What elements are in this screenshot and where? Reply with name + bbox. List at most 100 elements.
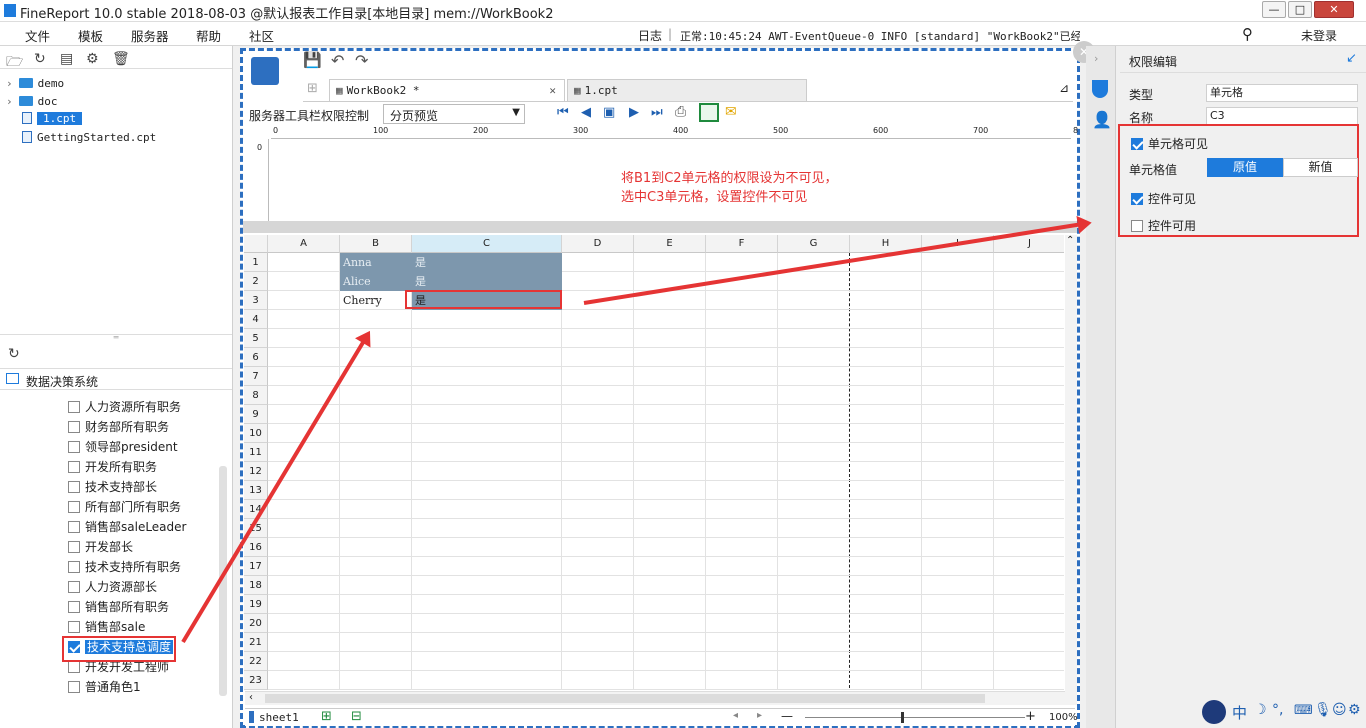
role-item[interactable]: 销售部所有职务 (68, 598, 169, 616)
menu-community[interactable]: 社区 (249, 26, 274, 45)
checkbox-icon[interactable] (68, 561, 80, 573)
column-header[interactable]: A (268, 235, 340, 253)
row-header[interactable]: 4 (244, 310, 268, 329)
page-icon[interactable]: ▣ (603, 105, 615, 120)
redo-icon[interactable]: ↷ (355, 51, 368, 70)
row-header[interactable]: 18 (244, 576, 268, 595)
checkbox-icon[interactable] (68, 401, 80, 413)
row-header[interactable]: 16 (244, 538, 268, 557)
row-header[interactable]: 3 (244, 291, 268, 310)
shield-icon[interactable] (1092, 80, 1108, 98)
ime-language[interactable]: 中 (1232, 702, 1247, 723)
row-header[interactable]: 11 (244, 443, 268, 462)
vertical-scrollbar[interactable]: ⌃ (1065, 235, 1077, 705)
checkbox-icon[interactable] (68, 521, 80, 533)
role-item[interactable]: 技术支持部长 (68, 478, 157, 496)
chevron-left-icon[interactable]: ◂ (733, 710, 738, 721)
menu-file[interactable]: 文件 (25, 26, 50, 45)
checkbox-icon[interactable] (68, 481, 80, 493)
splitter-handle[interactable]: ═ (0, 334, 232, 342)
row-header[interactable]: 12 (244, 462, 268, 481)
export-icon[interactable] (699, 103, 719, 122)
checkbox-icon[interactable] (68, 541, 80, 553)
checkbox-icon[interactable] (68, 601, 80, 613)
checkbox-icon[interactable] (68, 621, 80, 633)
close-button[interactable]: ✕ (1314, 1, 1354, 18)
refresh-icon[interactable]: ↻ (34, 51, 46, 67)
menu-template[interactable]: 模板 (78, 26, 103, 45)
role-item[interactable]: 开发部长 (68, 538, 133, 556)
scrollbar-thumb[interactable] (265, 694, 985, 703)
role-item[interactable]: 销售部saleLeader (68, 518, 186, 536)
add-sheet-icon[interactable]: ⊞ (321, 709, 332, 724)
row-header[interactable]: 22 (244, 652, 268, 671)
print-icon[interactable]: ⎙ (675, 104, 686, 120)
horizontal-scrollbar[interactable]: ‹ (245, 691, 1065, 705)
file-info-icon[interactable]: ▤ (60, 51, 73, 67)
column-header[interactable]: B (340, 235, 412, 253)
checkbox-icon[interactable] (68, 661, 80, 673)
column-header[interactable]: C (412, 235, 562, 253)
row-header[interactable]: 6 (244, 348, 268, 367)
checkbox-icon[interactable] (68, 421, 80, 433)
row-header[interactable]: 23 (244, 671, 268, 690)
close-tab-icon[interactable]: ✕ (549, 80, 556, 102)
save-icon[interactable]: 💾 (303, 51, 322, 69)
preview-mode-select[interactable]: 分页预览 ▼ (383, 104, 525, 124)
column-header[interactable]: D (562, 235, 634, 253)
log-label[interactable]: 日志 (638, 27, 662, 44)
widget-visible-checkbox[interactable]: 控件可见 (1131, 190, 1196, 207)
punctuation-icon[interactable]: °, (1272, 702, 1283, 718)
column-header[interactable]: F (706, 235, 778, 253)
new-value-button[interactable]: 新值 (1283, 158, 1358, 177)
zoom-slider[interactable] (805, 717, 1025, 718)
splitter-bar[interactable] (243, 221, 1077, 233)
moon-icon[interactable]: ☽ (1254, 702, 1267, 718)
minimize-button[interactable]: — (1262, 1, 1286, 18)
widget-enabled-checkbox[interactable]: 控件可用 (1131, 217, 1196, 234)
role-item[interactable]: 技术支持所有职务 (68, 558, 181, 576)
maximize-button[interactable]: □ (1288, 1, 1312, 18)
cell-visible-checkbox[interactable]: 单元格可见 (1131, 135, 1208, 152)
add-report-icon[interactable]: ⊟ (351, 709, 362, 724)
tree-folder-doc[interactable]: › doc (6, 94, 58, 110)
cell-c2[interactable]: 是 (412, 272, 562, 291)
row-header[interactable]: 19 (244, 595, 268, 614)
tree-file-gettingstarted[interactable]: GettingStarted.cpt (22, 130, 156, 146)
column-header[interactable]: G (778, 235, 850, 253)
role-item[interactable]: 财务部所有职务 (68, 418, 169, 436)
tab-1cpt[interactable]: ▦ 1.cpt (567, 79, 807, 101)
prev-page-icon[interactable]: ◀ (581, 105, 591, 120)
delete-icon[interactable]: 🗑 (112, 51, 130, 67)
role-item[interactable]: 领导部president (68, 438, 178, 456)
search-icon[interactable]: ⚲ (1242, 25, 1253, 43)
expand-icon[interactable]: ↙ (1346, 51, 1357, 66)
role-item[interactable]: 人力资源部长 (68, 578, 157, 596)
row-header[interactable]: 21 (244, 633, 268, 652)
menu-help[interactable]: 帮助 (196, 26, 221, 45)
gear-icon[interactable]: ⚙ (1348, 702, 1361, 718)
cell-b1[interactable]: Anna (340, 253, 412, 272)
first-page-icon[interactable]: ⏮ (557, 105, 569, 120)
zoom-out-icon[interactable]: — (781, 709, 793, 723)
chevron-right-icon[interactable]: ▸ (757, 710, 762, 721)
grid-corner[interactable] (244, 235, 268, 253)
user-icon[interactable]: 👤 (1092, 110, 1112, 129)
undo-icon[interactable]: ↶ (331, 51, 344, 70)
tree-file-1cpt[interactable]: 1.cpt (22, 111, 83, 127)
role-item[interactable]: 开发所有职务 (68, 458, 157, 476)
checkbox-icon[interactable] (68, 441, 80, 453)
email-icon[interactable]: ✉ (725, 104, 737, 120)
cell-b2[interactable]: Alice (340, 272, 412, 291)
chevron-right-icon[interactable]: › (1094, 52, 1098, 65)
zoom-in-icon[interactable]: + (1025, 709, 1036, 724)
settings-icon[interactable]: ⚙ (86, 51, 99, 67)
microphone-icon[interactable]: 🎙 (1314, 702, 1332, 718)
role-item[interactable]: 人力资源所有职务 (68, 398, 181, 416)
original-value-button[interactable]: 原值 (1207, 158, 1283, 177)
ime-logo-icon[interactable] (1202, 700, 1226, 724)
last-page-icon[interactable]: ⏭ (651, 105, 663, 120)
row-header[interactable]: 8 (244, 386, 268, 405)
row-header[interactable]: 9 (244, 405, 268, 424)
row-header[interactable]: 7 (244, 367, 268, 386)
